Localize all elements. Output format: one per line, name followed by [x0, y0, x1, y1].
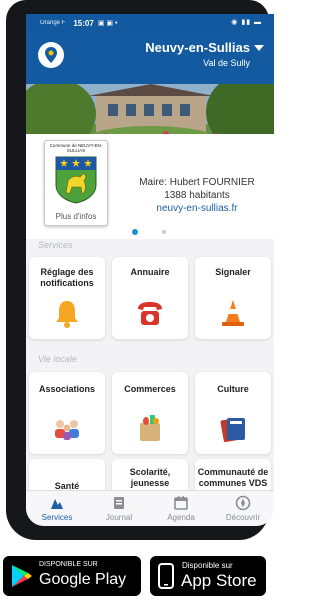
signal-battery-icons: ◉ ▮▮ ▬: [231, 19, 262, 26]
tab-agenda[interactable]: Agenda: [150, 491, 212, 526]
town-info-card: Commune de NEUVY-EN-SULLIAS Plus d'infos…: [26, 134, 274, 239]
notification-icons: ▣ ▣ •: [97, 20, 118, 27]
tab-label: Agenda: [167, 513, 195, 522]
crest-name: Commune de NEUVY-EN-SULLIAS: [49, 143, 103, 153]
app-store-top-text: Disponible sur: [182, 561, 233, 570]
app-screen: Orange F 15:07 ▣ ▣ • ◉ ▮▮ ▬ Neuvy-en-Sul…: [26, 14, 274, 526]
town-crest[interactable]: Commune de NEUVY-EN-SULLIAS Plus d'infos: [44, 140, 108, 226]
compass-icon: [235, 495, 251, 511]
tab-services[interactable]: Services: [26, 491, 88, 526]
tile-label: Commerces: [124, 384, 176, 394]
tab-label: Découvrir: [225, 513, 261, 522]
app-header: Neuvy-en-Sullias Val de Sully: [26, 32, 274, 84]
people-icon: [55, 420, 79, 440]
shopping-bag-icon: [140, 415, 160, 441]
tile-directory[interactable]: Annuaire: [112, 257, 188, 339]
town-details: Maire: Hubert FOURNIER 1388 habitants ne…: [122, 176, 272, 215]
carousel-dot[interactable]: [162, 230, 166, 234]
tab-label: Services: [41, 513, 73, 522]
tile-label: Annuaire: [130, 267, 170, 277]
carousel-dots: [26, 229, 274, 237]
phone-device-icon: [158, 563, 174, 589]
tab-label: Journal: [105, 513, 133, 522]
app-logo[interactable]: [38, 42, 64, 68]
google-play-name: Google Play: [39, 571, 127, 588]
tile-shops[interactable]: Commerces: [112, 372, 188, 454]
tile-label: Communauté de communes VDS: [197, 467, 269, 488]
section-services-label: Services: [38, 240, 73, 250]
tile-label: Signaler: [215, 267, 251, 277]
population-text: 1388 habitants: [164, 190, 230, 201]
website-link[interactable]: neuvy-en-sullias.fr: [156, 203, 237, 214]
city-title[interactable]: Neuvy-en-Sullias: [145, 40, 250, 55]
app-store-name: App Store: [181, 571, 257, 590]
tab-discover[interactable]: Découvrir: [212, 491, 274, 526]
phone-frame: Orange F 15:07 ▣ ▣ • ◉ ▮▮ ▬ Neuvy-en-Sul…: [6, 0, 274, 540]
section-local-life-label: Vie locale: [38, 354, 77, 364]
horse-crest-icon: [55, 156, 97, 204]
chevron-down-icon[interactable]: [254, 45, 264, 51]
tile-associations[interactable]: Associations: [29, 372, 105, 454]
tile-notification-settings[interactable]: Réglage des notifications: [29, 257, 105, 339]
google-play-icon: [12, 565, 32, 587]
tile-label: Associations: [38, 384, 96, 394]
city-subtitle: Val de Sully: [203, 58, 250, 68]
traffic-cone-icon: [222, 300, 244, 326]
tile-label: Réglage des notifications: [40, 267, 94, 288]
bottom-tab-bar: Services Journal Agenda Découvrir: [26, 490, 274, 526]
more-info-link[interactable]: Plus d'infos: [45, 212, 107, 221]
carousel-dot-active[interactable]: [132, 229, 138, 235]
tile-culture[interactable]: Culture: [195, 372, 271, 454]
bell-icon: [56, 301, 78, 328]
google-play-top-text: DISPONIBLE SUR: [39, 561, 98, 568]
calendar-icon: [174, 496, 188, 510]
tile-label: Scolarité, jeunesse: [129, 467, 171, 488]
mayor-name: Maire: Hubert FOURNIER: [139, 177, 255, 188]
services-icon: [51, 499, 63, 509]
tile-report[interactable]: Signaler: [195, 257, 271, 339]
phone-icon: [138, 302, 162, 325]
status-time: 15:07: [73, 18, 94, 28]
carrier-label: Orange F: [40, 20, 66, 26]
app-store-badge[interactable]: Disponible sur App Store: [150, 556, 266, 596]
tab-journal[interactable]: Journal: [88, 491, 150, 526]
tile-label: Culture: [217, 384, 249, 394]
journal-icon: [114, 497, 124, 509]
google-play-badge[interactable]: DISPONIBLE SUR Google Play: [3, 556, 141, 596]
status-bar: Orange F 15:07 ▣ ▣ • ◉ ▮▮ ▬: [26, 14, 274, 32]
location-pin-icon: [45, 47, 57, 63]
books-icon: [220, 417, 245, 443]
